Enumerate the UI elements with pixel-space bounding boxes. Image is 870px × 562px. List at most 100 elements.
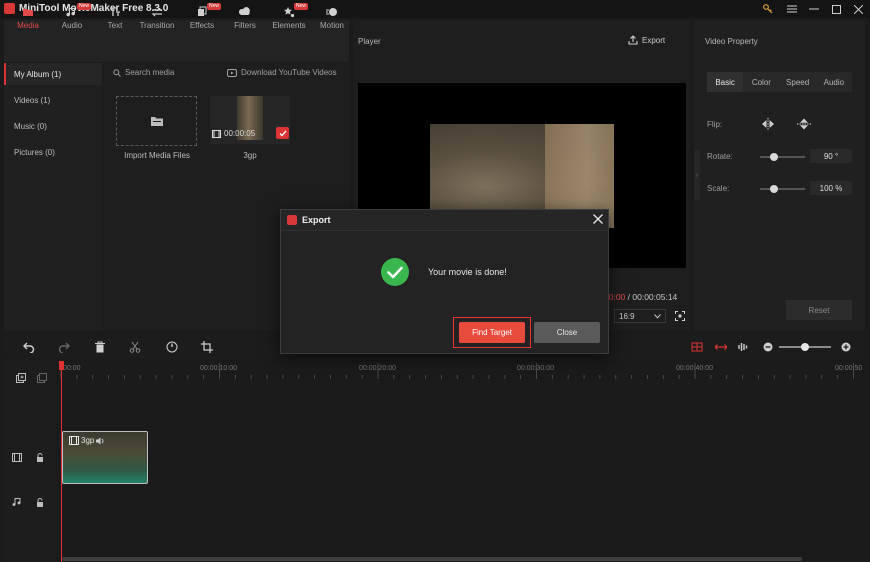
playhead-handle[interactable]	[59, 361, 64, 370]
flip-horizontal-icon[interactable]	[761, 118, 775, 130]
delete-icon[interactable]	[94, 341, 106, 353]
fullscreen-icon[interactable]	[675, 311, 685, 321]
scale-slider-handle[interactable]	[769, 185, 778, 193]
property-title: Video Property	[705, 37, 758, 46]
speed-icon[interactable]	[166, 341, 178, 353]
speaker-icon	[96, 437, 104, 444]
flip-vertical-icon[interactable]	[797, 118, 811, 130]
key-icon[interactable]	[758, 1, 778, 17]
tab-media[interactable]: Media	[7, 6, 49, 40]
lock-icon[interactable]	[36, 498, 44, 507]
tab-audio-property[interactable]: Audio	[816, 72, 852, 92]
undo-icon[interactable]	[23, 341, 35, 353]
checkmark-icon[interactable]	[276, 127, 289, 139]
search-icon	[113, 68, 121, 77]
sidebar-item-music[interactable]: Music (0)	[4, 115, 102, 137]
menu-icon[interactable]	[782, 1, 802, 17]
audio-waveform-icon[interactable]	[737, 341, 749, 353]
find-target-button[interactable]: Find Target	[459, 322, 525, 343]
copy-track-icon[interactable]	[37, 373, 47, 383]
motion-icon	[326, 8, 337, 16]
collapse-panel-icon[interactable]: ›	[694, 150, 700, 200]
rotate-slider[interactable]	[760, 156, 805, 158]
scale-value-input[interactable]: 100 %	[810, 181, 852, 195]
minimize-icon[interactable]	[804, 1, 824, 17]
media-item-name: 3gp	[243, 151, 257, 160]
sidebar-item-videos[interactable]: Videos (1)	[4, 89, 102, 111]
sidebar-item-my-album[interactable]: My Album (1)	[4, 63, 102, 85]
ruler-label: 00:00	[63, 365, 81, 372]
success-check-icon	[381, 258, 409, 286]
timeline-scrollbar[interactable]	[62, 557, 802, 561]
tab-filters-label: Filters	[234, 21, 256, 30]
tab-audio[interactable]: Audio New	[51, 3, 93, 40]
ruler-label: 00:00:20:00	[359, 365, 396, 372]
download-youtube-label: Download YouTube Videos	[241, 68, 337, 77]
clip-label: 3gp	[69, 436, 105, 445]
maximize-icon[interactable]	[826, 1, 846, 17]
media-item-duration-text: 00:00:05	[224, 129, 256, 138]
time-total: 00:00:05:14	[632, 292, 678, 302]
close-button[interactable]: Close	[534, 322, 600, 343]
new-badge: New	[77, 3, 92, 10]
export-label: Export	[642, 35, 666, 45]
redo-icon[interactable]	[58, 341, 70, 353]
fit-timeline-icon[interactable]	[715, 341, 727, 353]
tab-text-label: Text	[107, 21, 123, 30]
tab-filters[interactable]: Filters	[224, 6, 266, 40]
new-badge: New	[207, 3, 222, 10]
zoom-slider-handle[interactable]	[801, 343, 809, 351]
app-logo-icon	[287, 215, 297, 225]
export-button[interactable]: Export	[628, 35, 665, 45]
reset-button[interactable]: Reset	[786, 300, 852, 320]
search-media-placeholder: Search media	[125, 68, 175, 77]
lock-icon[interactable]	[36, 453, 44, 462]
ruler-label: 00:00:40:00	[676, 365, 713, 372]
success-message: Your movie is done!	[428, 267, 507, 277]
tab-speed[interactable]: Speed	[780, 72, 816, 92]
transition-icon	[151, 7, 163, 17]
search-media-input[interactable]: Search media	[113, 68, 174, 77]
window-close-icon[interactable]	[848, 1, 868, 17]
tab-elements[interactable]: Elements New	[268, 3, 310, 40]
import-media-button[interactable]	[116, 96, 197, 146]
zoom-out-icon[interactable]	[762, 341, 774, 353]
snap-icon[interactable]	[691, 341, 703, 353]
tab-effects[interactable]: Effects New	[181, 3, 223, 40]
flip-label: Flip:	[707, 120, 723, 129]
timeline-ruler[interactable]	[57, 361, 865, 379]
scale-slider[interactable]	[760, 188, 805, 190]
ruler-label: 00:00:10:00	[200, 365, 237, 372]
add-track-icon[interactable]	[16, 373, 26, 383]
video-clip-icon	[212, 129, 221, 138]
media-item-duration: 00:00:05	[212, 129, 255, 138]
youtube-download-icon	[227, 68, 237, 77]
ruler-label: 00:00:30:00	[517, 365, 554, 372]
aspect-ratio-select[interactable]: 16:9	[614, 309, 666, 323]
tab-transition[interactable]: Transition	[136, 6, 178, 40]
crop-icon[interactable]	[201, 341, 213, 353]
property-tabs: Basic Color Speed Audio	[707, 72, 852, 92]
music-track-icon	[12, 497, 22, 507]
text-icon	[110, 7, 120, 16]
clip-name: 3gp	[81, 436, 95, 445]
tab-basic[interactable]: Basic	[707, 72, 744, 92]
download-youtube-button[interactable]: Download YouTube Videos	[227, 68, 337, 77]
new-badge: New	[294, 3, 309, 10]
tab-color[interactable]: Color	[743, 72, 779, 92]
playhead[interactable]	[61, 361, 62, 562]
tab-media-label: Media	[17, 21, 39, 30]
sidebar-item-pictures[interactable]: Pictures (0)	[4, 141, 102, 163]
video-property-panel	[694, 20, 865, 331]
tab-motion[interactable]: Motion	[311, 6, 353, 40]
split-icon[interactable]	[129, 341, 141, 353]
rotate-value-input[interactable]: 90 °	[810, 149, 852, 163]
tab-audio-label: Audio	[61, 21, 83, 30]
zoom-in-icon[interactable]	[840, 341, 852, 353]
close-icon[interactable]	[592, 213, 604, 225]
tab-text[interactable]: Text	[94, 6, 136, 40]
tab-effects-label: Effects	[189, 21, 215, 30]
ruler-label: 00:00:50	[835, 365, 863, 372]
chevron-down-icon	[654, 313, 661, 319]
rotate-slider-handle[interactable]	[769, 153, 778, 161]
